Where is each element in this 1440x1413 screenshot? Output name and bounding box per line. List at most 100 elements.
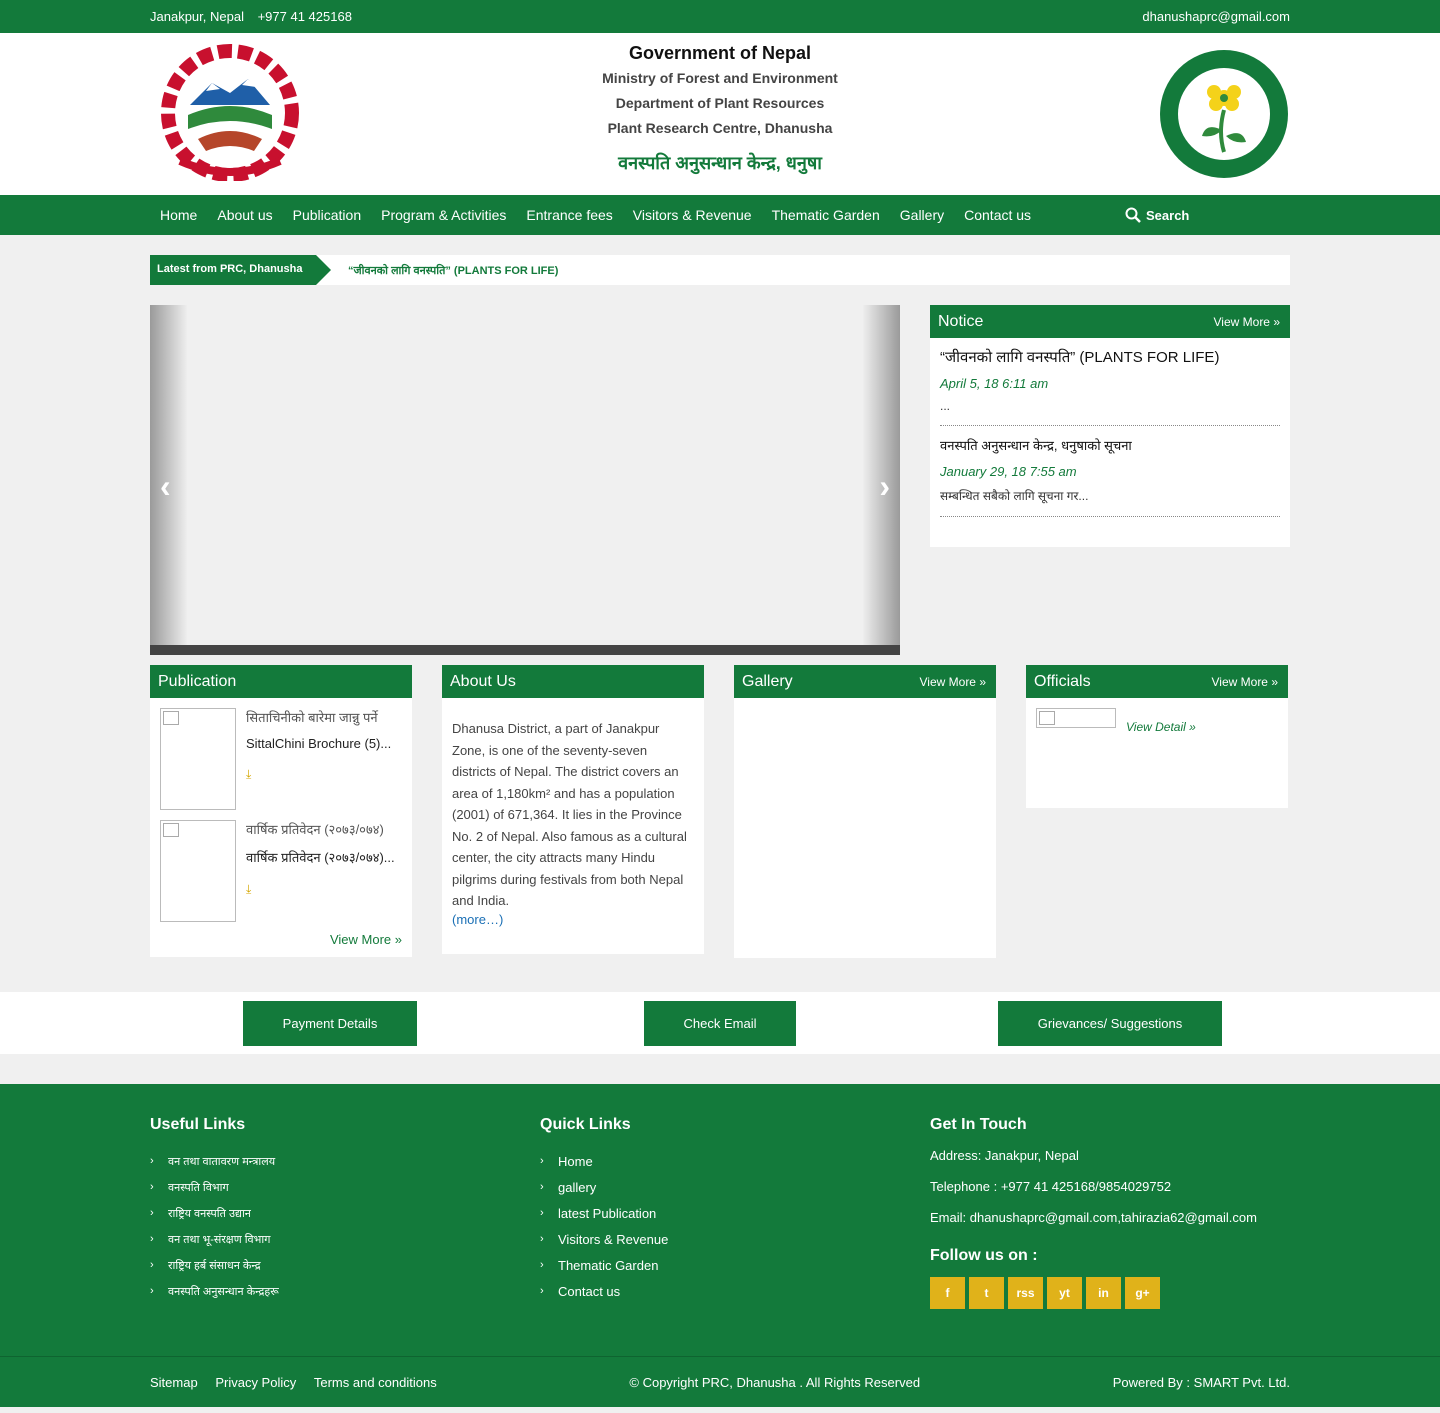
officials-view-more[interactable]: View More » xyxy=(1212,675,1278,689)
grievances-button[interactable]: Grievances/ Suggestions xyxy=(998,1001,1222,1046)
publication-panel: Publication सिताचिनीको बारेमा जान्नु पर्… xyxy=(150,665,412,957)
quick-links: Quick Links › Home › gallery › latest Publi… xyxy=(540,1116,668,1304)
official-view-detail[interactable]: View Detail » xyxy=(1126,720,1196,798)
gov-title: Government of Nepal xyxy=(628,43,812,63)
officials-title: Officials xyxy=(1034,672,1091,690)
gallery-panel: Gallery View More » xyxy=(734,665,996,958)
publication-thumbnail[interactable] xyxy=(160,820,236,922)
ticker-label: Latest from PRC, Dhanusha xyxy=(150,255,331,285)
nav-program[interactable]: Program & Activities xyxy=(371,195,516,235)
quick-link[interactable]: › Contact us xyxy=(540,1278,668,1304)
officials-panel: Officials View More » View Detail » xyxy=(1026,665,1288,808)
get-in-touch-title: Get In Touch xyxy=(930,1116,1027,1133)
useful-links: Useful Links › वन तथा वातावरण मन्त्रालय ›… xyxy=(150,1116,279,1304)
about-title: About Us xyxy=(450,672,516,690)
useful-link-label: वन तथा वातावरण मन्त्रालय xyxy=(168,1155,276,1168)
publication-item-title[interactable]: वार्षिक प्रतिवेदन (२०७३/०७४) xyxy=(246,822,384,837)
quick-link[interactable]: › gallery xyxy=(540,1174,668,1200)
nav-gallery[interactable]: Gallery xyxy=(890,195,954,235)
quick-link-label: Home xyxy=(558,1153,593,1169)
nav-visitors-revenue[interactable]: Visitors & Revenue xyxy=(623,195,762,235)
site-header: Government of Nepal Ministry of Forest a… xyxy=(0,33,1440,195)
about-panel: About Us Dhanusa District, a part of Jan… xyxy=(442,665,704,954)
main-nav: Home About us Publication Program & Acti… xyxy=(0,195,1440,235)
nav-publication[interactable]: Publication xyxy=(283,195,372,235)
plants-for-life-logo[interactable] xyxy=(1158,48,1290,180)
facebook-icon[interactable]: f xyxy=(930,1277,965,1309)
quick-link[interactable]: › latest Publication xyxy=(540,1200,668,1226)
image-slider: ‹ › xyxy=(150,305,900,655)
chevron-right-icon: › xyxy=(540,1155,544,1167)
action-buttons-row: Payment Details Check Email Grievances/ … xyxy=(0,992,1440,1054)
nav-entrance-fees[interactable]: Entrance fees xyxy=(516,195,622,235)
check-email-button[interactable]: Check Email xyxy=(644,1001,796,1046)
download-icon[interactable]: ⤓ xyxy=(246,767,391,782)
nav-contact[interactable]: Contact us xyxy=(954,195,1041,235)
download-icon[interactable]: ⤓ xyxy=(246,882,395,897)
publication-item-desc: SittalChini Brochure (5)... xyxy=(246,736,392,751)
nav-home[interactable]: Home xyxy=(150,195,207,235)
notice-item-title[interactable]: “जीवनको लागि वनस्पति” (PLANTS FOR LIFE) xyxy=(940,349,1219,366)
top-bar: Janakpur, Nepal +977 41 425168 dhanushap… xyxy=(0,0,1440,33)
quick-link-label: gallery xyxy=(558,1179,597,1195)
slider-caption-bar xyxy=(150,645,900,655)
gallery-view-more[interactable]: View More » xyxy=(920,675,986,689)
useful-link-label: राष्ट्रिय हर्ब संसाधन केन्द्र xyxy=(168,1259,261,1272)
publication-item: वार्षिक प्रतिवेदन (२०७३/०७४) वार्षिक प्र… xyxy=(160,820,402,922)
search-icon xyxy=(1125,207,1141,223)
search-label: Search xyxy=(1146,207,1190,223)
chevron-right-icon: › xyxy=(150,1155,154,1167)
useful-link[interactable]: › वन तथा भू-संरक्षण विभाग xyxy=(150,1226,279,1252)
quick-link-label: latest Publication xyxy=(558,1205,657,1221)
nepal-emblem-logo[interactable] xyxy=(150,43,310,181)
useful-link[interactable]: › राष्ट्रिय वनस्पति उद्यान xyxy=(150,1200,279,1226)
notice-item-excerpt: सम्बन्धित सबैको लागि सूचना गर... xyxy=(940,489,1089,503)
notice-item-title[interactable]: वनस्पति अनुसन्धान केन्द्र, धनुषाको सूचना xyxy=(940,438,1132,453)
notice-view-more[interactable]: View More » xyxy=(1214,315,1280,329)
publication-item-title[interactable]: सिताचिनीको बारेमा जान्नु पर्ने xyxy=(246,710,378,725)
publication-title: Publication xyxy=(158,672,237,690)
quick-link[interactable]: › Home xyxy=(540,1148,668,1174)
rss-icon[interactable]: rss xyxy=(1008,1277,1043,1309)
privacy-policy-link[interactable]: Privacy Policy xyxy=(215,1375,296,1390)
google-plus-icon[interactable]: g+ xyxy=(1125,1277,1160,1309)
quick-link[interactable]: › Visitors & Revenue xyxy=(540,1226,668,1252)
useful-link[interactable]: › राष्ट्रिय हर्ब संसाधन केन्द्र xyxy=(150,1252,279,1278)
chevron-right-icon[interactable]: › xyxy=(879,470,890,502)
quick-link-label: Visitors & Revenue xyxy=(558,1231,669,1247)
linkedin-icon[interactable]: in xyxy=(1086,1277,1121,1309)
useful-links-title: Useful Links xyxy=(150,1116,246,1133)
search-button[interactable]: Search xyxy=(1125,195,1189,235)
chevron-right-icon: › xyxy=(540,1207,544,1219)
twitter-icon[interactable]: t xyxy=(969,1277,1004,1309)
ministry-title: Ministry of Forest and Environment xyxy=(602,70,838,86)
ticker-news-link[interactable]: “जीवनको लागि वनस्पति” (PLANTS FOR LIFE) xyxy=(348,263,558,278)
contact-email: Email: dhanushaprc@gmail.com,tahirazia62… xyxy=(930,1210,1257,1225)
chevron-right-icon: › xyxy=(540,1181,544,1193)
terms-link[interactable]: Terms and conditions xyxy=(314,1375,437,1390)
useful-link[interactable]: › वन तथा वातावरण मन्त्रालय xyxy=(150,1148,279,1174)
nav-thematic-garden[interactable]: Thematic Garden xyxy=(762,195,890,235)
contact-address: Address: Janakpur, Nepal xyxy=(930,1148,1079,1163)
powered-by-link[interactable]: Powered By : SMART Pvt. Ltd. xyxy=(1113,1375,1290,1390)
publication-item-desc: वार्षिक प्रतिवेदन (२०७३/०७४)... xyxy=(246,850,395,865)
publication-thumbnail[interactable] xyxy=(160,708,236,810)
notice-item-date: January 29, 18 7:55 am xyxy=(940,464,1077,479)
publication-view-more[interactable]: View More » xyxy=(330,932,402,947)
useful-link[interactable]: › वनस्पति अनुसन्धान केन्द्रहरू xyxy=(150,1278,279,1304)
payment-details-button[interactable]: Payment Details xyxy=(243,1001,417,1046)
useful-link-label: वन तथा भू-संरक्षण विभाग xyxy=(168,1233,271,1246)
useful-link[interactable]: › वनस्पति विभाग xyxy=(150,1174,279,1200)
chevron-right-icon: › xyxy=(540,1233,544,1245)
sitemap-link[interactable]: Sitemap xyxy=(150,1375,198,1390)
notice-title: Notice xyxy=(938,312,984,330)
quick-link[interactable]: › Thematic Garden xyxy=(540,1252,668,1278)
youtube-icon[interactable]: yt xyxy=(1047,1277,1082,1309)
chevron-left-icon[interactable]: ‹ xyxy=(160,470,171,502)
about-more-link[interactable]: (more…) xyxy=(452,912,503,927)
notice-item-excerpt: ... xyxy=(940,399,951,413)
notice-item: “जीवनको लागि वनस्पति” (PLANTS FOR LIFE) … xyxy=(940,348,1280,426)
nav-about[interactable]: About us xyxy=(207,195,282,235)
notice-panel: Notice View More » “जीवनको लागि वनस्पति”… xyxy=(930,305,1290,655)
email-link[interactable]: dhanushaprc@gmail.com xyxy=(1142,9,1290,24)
